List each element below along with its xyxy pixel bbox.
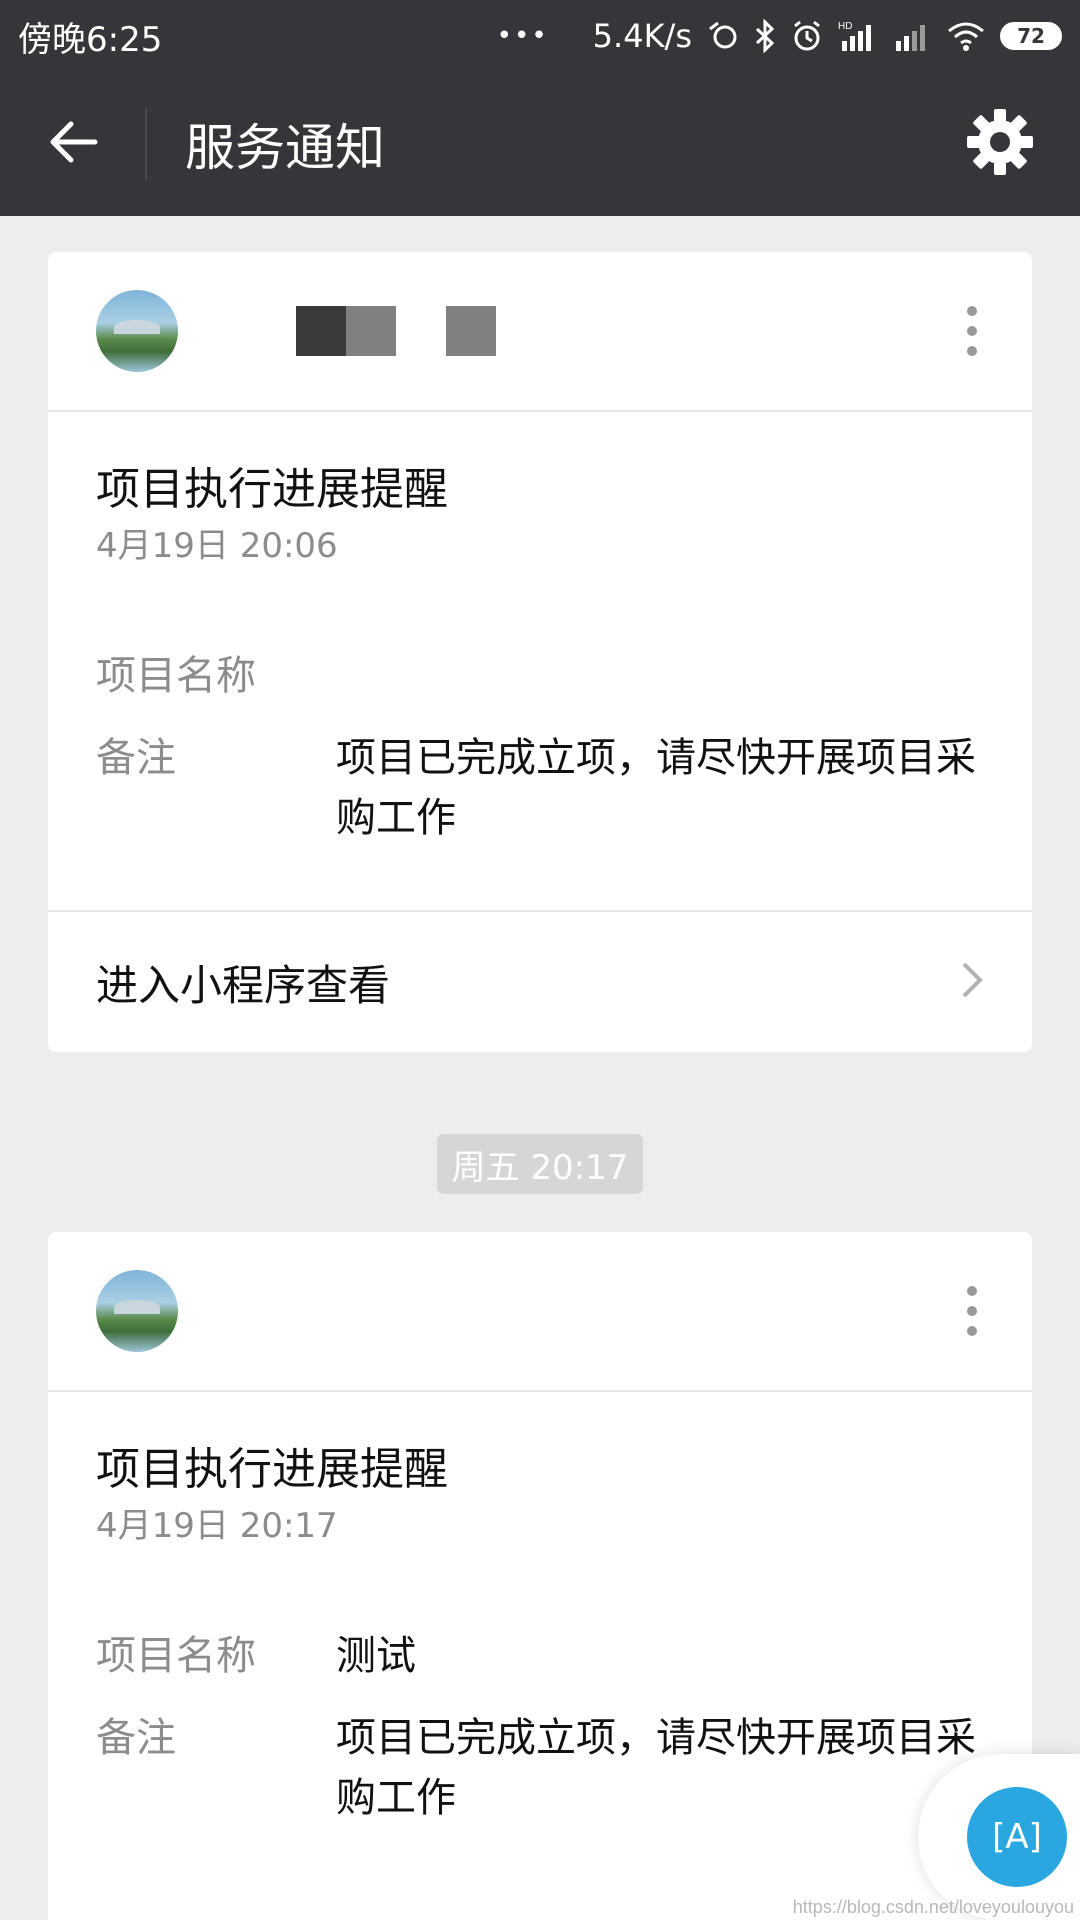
notification-card: 项目执行进展提醒 4月19日 20:17 项目名称 测试 备注 项目已完成立项，… (48, 1232, 1032, 1920)
field-label: 项目名称 (96, 653, 256, 699)
more-icon[interactable] (952, 1271, 992, 1351)
fields: 项目名称 测试 备注 项目已完成立项，请尽快开展项目采购工作 (96, 1626, 984, 1828)
settings-button[interactable] (940, 72, 1060, 216)
fields: 项目名称 备注 项目已完成立项，请尽快开展项目采购工作 (96, 646, 984, 848)
back-button[interactable] (0, 72, 145, 216)
field-value: 项目已完成立项，请尽快开展项目采购工作 (336, 735, 976, 841)
more-dots: ••• (496, 21, 549, 51)
wifi-icon (946, 19, 986, 53)
card-body: 项目执行进展提醒 4月19日 20:06 项目名称 备注 项目已完成立项，请尽快… (48, 412, 1032, 910)
title-divider (145, 108, 147, 180)
svg-text:HD: HD (838, 21, 852, 32)
notification-list[interactable]: 项目执行进展提醒 4月19日 20:06 项目名称 备注 项目已完成立项，请尽快… (0, 216, 1080, 1920)
title-bar: 服务通知 (0, 72, 1080, 216)
open-miniprogram-link[interactable]: 进入小程序查看 (48, 910, 1032, 1052)
sync-icon (706, 19, 740, 53)
net-speed: 5.4K/s (592, 17, 692, 55)
message-time: 4月19日 20:06 (96, 526, 338, 566)
status-bar: 傍晚6:25 ••• 5.4K/s HD 72 (0, 0, 1080, 72)
footer-label: 进入小程序查看 (96, 960, 391, 1010)
alarm-icon (790, 19, 824, 53)
field-row: 项目名称 测试 (96, 1626, 984, 1686)
message-title: 项目执行进展提醒 (96, 464, 448, 515)
field-label: 备注 (96, 735, 176, 781)
timestamp-chip: 周五 20:17 (437, 1134, 643, 1194)
field-label: 项目名称 (96, 1633, 256, 1679)
gear-icon (965, 107, 1035, 181)
hd-signal-icon: HD (838, 19, 878, 53)
watermark: https://blog.csdn.net/loveyoulouyou (792, 1897, 1074, 1917)
redacted-name (296, 306, 496, 356)
card-header (48, 252, 1032, 412)
field-row: 项目名称 (96, 646, 984, 706)
notification-card: 项目执行进展提醒 4月19日 20:06 项目名称 备注 项目已完成立项，请尽快… (48, 252, 1032, 1052)
status-time: 傍晚6:25 (18, 19, 163, 60)
field-row: 备注 项目已完成立项，请尽快开展项目采购工作 (96, 1708, 984, 1828)
field-value: 项目已完成立项，请尽快开展项目采购工作 (336, 1715, 976, 1821)
message-time: 4月19日 20:17 (96, 1506, 338, 1546)
avatar[interactable] (96, 290, 178, 372)
floating-translate-button[interactable]: [A] (918, 1754, 1080, 1920)
card-body: 项目执行进展提醒 4月19日 20:17 项目名称 测试 备注 项目已完成立项，… (48, 1392, 1032, 1890)
field-value: 测试 (336, 1633, 416, 1679)
bluetooth-icon (754, 19, 776, 53)
field-value (336, 646, 984, 706)
battery-icon: 72 (1000, 22, 1062, 50)
more-icon[interactable] (952, 291, 992, 371)
translate-icon: [A] (967, 1787, 1067, 1887)
message-title: 项目执行进展提醒 (96, 1444, 448, 1495)
signal-icon (892, 19, 932, 53)
back-arrow-icon (47, 120, 99, 168)
field-row: 备注 项目已完成立项，请尽快开展项目采购工作 (96, 728, 984, 848)
avatar[interactable] (96, 1270, 178, 1352)
battery-level: 72 (1017, 24, 1045, 48)
field-label: 备注 (96, 1715, 176, 1761)
chevron-right-icon (960, 960, 984, 1004)
page-title: 服务通知 (185, 119, 385, 177)
card-header (48, 1232, 1032, 1392)
